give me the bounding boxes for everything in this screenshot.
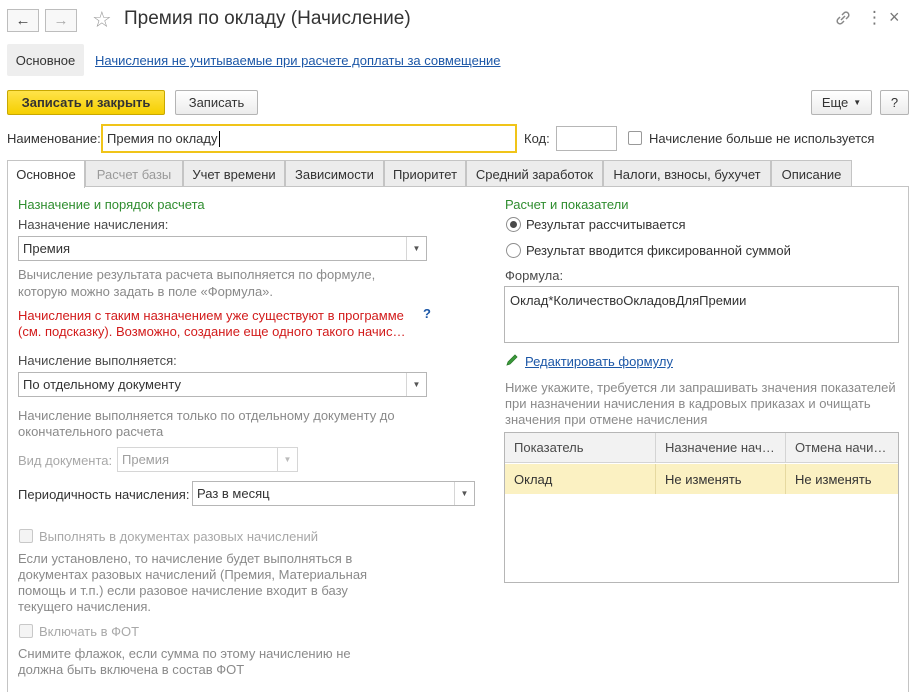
- fot-label: Включать в ФОТ: [39, 624, 140, 639]
- table-hint-line3: значения при отмене начисления: [505, 412, 708, 427]
- one-time-hint-line2: документах разовых начислений (Премия, М…: [18, 567, 368, 582]
- more-vertical-icon[interactable]: ⋮: [866, 8, 883, 28]
- table-hint-line1: Ниже укажите, требуется ли запрашивать з…: [505, 380, 896, 395]
- purpose-select-value: Премия: [23, 241, 71, 256]
- indicators-table[interactable]: Показатель Назначение нач… Отмена начи… …: [504, 432, 899, 583]
- arrow-left-icon: ←: [15, 12, 31, 29]
- one-time-label: Выполнять в документах разовых начислени…: [39, 529, 319, 544]
- purpose-hint-line1: Вычисление результата расчета выполняетс…: [18, 267, 376, 282]
- formula-label: Формула:: [505, 268, 564, 283]
- save-label: Записать: [188, 95, 245, 110]
- periodicity-select-value: Раз в месяц: [197, 486, 270, 501]
- warning-line2: (см. подсказку). Возможно, создание еще …: [18, 324, 406, 339]
- performed-select[interactable]: По отдельному документу ▼: [18, 372, 427, 397]
- text-cursor: [218, 130, 220, 147]
- chevron-down-icon: ▼: [853, 98, 862, 107]
- doc-type-label: Вид документа:: [18, 453, 113, 468]
- formula-field[interactable]: Оклад*КоличествоОкладовДляПремии: [504, 286, 899, 343]
- purpose-section-title: Назначение и порядок расчета: [18, 197, 205, 212]
- link-icon[interactable]: [834, 9, 852, 27]
- code-label: Код:: [524, 131, 550, 146]
- tab-taxes-label: Налоги, взносы, бухучет: [613, 166, 761, 182]
- name-input-value: Премия по окладу: [107, 131, 218, 146]
- chevron-down-icon[interactable]: ▼: [454, 482, 474, 505]
- name-input[interactable]: Премия по окладу: [101, 124, 517, 153]
- table-header-cancellation[interactable]: Отмена начи…: [786, 433, 898, 463]
- back-button[interactable]: ←: [7, 9, 39, 32]
- close-icon[interactable]: ×: [889, 7, 900, 28]
- tab-priority-label: Приоритет: [392, 166, 458, 182]
- save-button[interactable]: Записать: [175, 90, 258, 115]
- chevron-down-icon[interactable]: ▼: [406, 237, 426, 260]
- tab-average-earnings[interactable]: Средний заработок: [466, 160, 603, 187]
- tab-time-tracking-label: Учет времени: [192, 166, 276, 182]
- tab-main-label: Основное: [16, 167, 76, 182]
- fot-hint-line2: должна быть включена в состав ФОТ: [18, 662, 245, 677]
- table-cell[interactable]: Не изменять: [656, 464, 786, 494]
- save-close-label: Записать и закрыть: [21, 95, 151, 110]
- table-header-assignment[interactable]: Назначение нач…: [656, 433, 786, 463]
- performed-hint-line1: Начисление выполняется только по отдельн…: [18, 408, 395, 423]
- tab-taxes[interactable]: Налоги, взносы, бухучет: [603, 160, 771, 187]
- one-time-hint-line3: помощь и т.п.) если разовое начисление в…: [18, 583, 348, 598]
- star-icon[interactable]: ☆: [92, 7, 112, 33]
- radio-calculated[interactable]: [506, 217, 521, 232]
- section-tab-main-label: Основное: [15, 52, 76, 68]
- purpose-select[interactable]: Премия ▼: [18, 236, 427, 261]
- code-input[interactable]: [556, 126, 617, 151]
- fot-hint-line1: Снимите флажок, если сумма по этому начи…: [18, 646, 351, 661]
- table-hint-line2: при назначении начисления в кадровых при…: [505, 396, 871, 411]
- name-label: Наименование:: [7, 131, 101, 146]
- formula-field-value: Оклад*КоличествоОкладовДляПремии: [510, 293, 747, 308]
- radio-fixed-label: Результат вводится фиксированной суммой: [526, 243, 791, 258]
- pencil-icon: [505, 353, 519, 367]
- section-tab-main[interactable]: Основное: [7, 44, 84, 76]
- performed-select-value: По отдельному документу: [23, 377, 181, 392]
- help-label: ?: [890, 95, 899, 110]
- tab-priority[interactable]: Приоритет: [384, 160, 466, 187]
- tab-description[interactable]: Описание: [771, 160, 852, 187]
- doc-type-select-value: Премия: [122, 452, 170, 467]
- window-title: Премия по окладу (Начисление): [124, 8, 411, 29]
- purpose-hint-line2: которую можно задать в поле «Формула».: [18, 284, 274, 299]
- chevron-down-icon: ▼: [277, 448, 297, 471]
- warning-help-icon[interactable]: ?: [423, 306, 431, 321]
- doc-type-select: Премия ▼: [117, 447, 298, 472]
- periodicity-label: Периодичность начисления:: [18, 487, 190, 502]
- arrow-right-icon: →: [53, 12, 69, 29]
- forward-button[interactable]: →: [45, 9, 77, 32]
- fot-checkbox: [19, 624, 33, 638]
- periodicity-select[interactable]: Раз в месяц ▼: [192, 481, 475, 506]
- tab-main[interactable]: Основное: [7, 160, 85, 188]
- tab-base-calculation-label: Расчет базы: [96, 166, 172, 182]
- tab-base-calculation[interactable]: Расчет базы: [85, 160, 183, 187]
- table-cell[interactable]: Не изменять: [786, 464, 898, 494]
- radio-calculated-label: Результат рассчитывается: [526, 217, 686, 232]
- edit-formula-link[interactable]: Редактировать формулу: [525, 354, 673, 369]
- performed-label: Начисление выполняется:: [18, 353, 177, 368]
- not-used-label: Начисление больше не используется: [649, 131, 875, 146]
- tab-dependencies[interactable]: Зависимости: [285, 160, 384, 187]
- chevron-down-icon[interactable]: ▼: [406, 373, 426, 396]
- one-time-checkbox: [19, 529, 33, 543]
- calculation-section-title: Расчет и показатели: [505, 197, 629, 212]
- tab-description-label: Описание: [781, 166, 842, 182]
- more-label: Еще: [821, 95, 849, 110]
- radio-fixed[interactable]: [506, 243, 521, 258]
- warning-line1: Начисления с таким назначением уже сущес…: [18, 308, 404, 323]
- one-time-hint-line1: Если установлено, то начисление будет вы…: [18, 551, 353, 566]
- purpose-label: Назначение начисления:: [18, 217, 169, 232]
- not-used-checkbox[interactable]: [628, 131, 642, 145]
- table-cell[interactable]: Оклад: [505, 464, 656, 494]
- performed-hint-line2: окончательного расчета: [18, 424, 164, 439]
- tab-dependencies-label: Зависимости: [295, 166, 374, 182]
- tab-time-tracking[interactable]: Учет времени: [183, 160, 285, 187]
- tab-average-earnings-label: Средний заработок: [475, 166, 594, 182]
- save-close-button[interactable]: Записать и закрыть: [7, 90, 165, 115]
- table-header-indicator[interactable]: Показатель: [505, 433, 656, 463]
- section-link-excluded-accruals[interactable]: Начисления не учитываемые при расчете до…: [95, 53, 501, 68]
- more-button[interactable]: Еще ▼: [811, 90, 872, 115]
- one-time-hint-line4: текущего начисления.: [18, 599, 152, 614]
- help-button[interactable]: ?: [880, 90, 909, 115]
